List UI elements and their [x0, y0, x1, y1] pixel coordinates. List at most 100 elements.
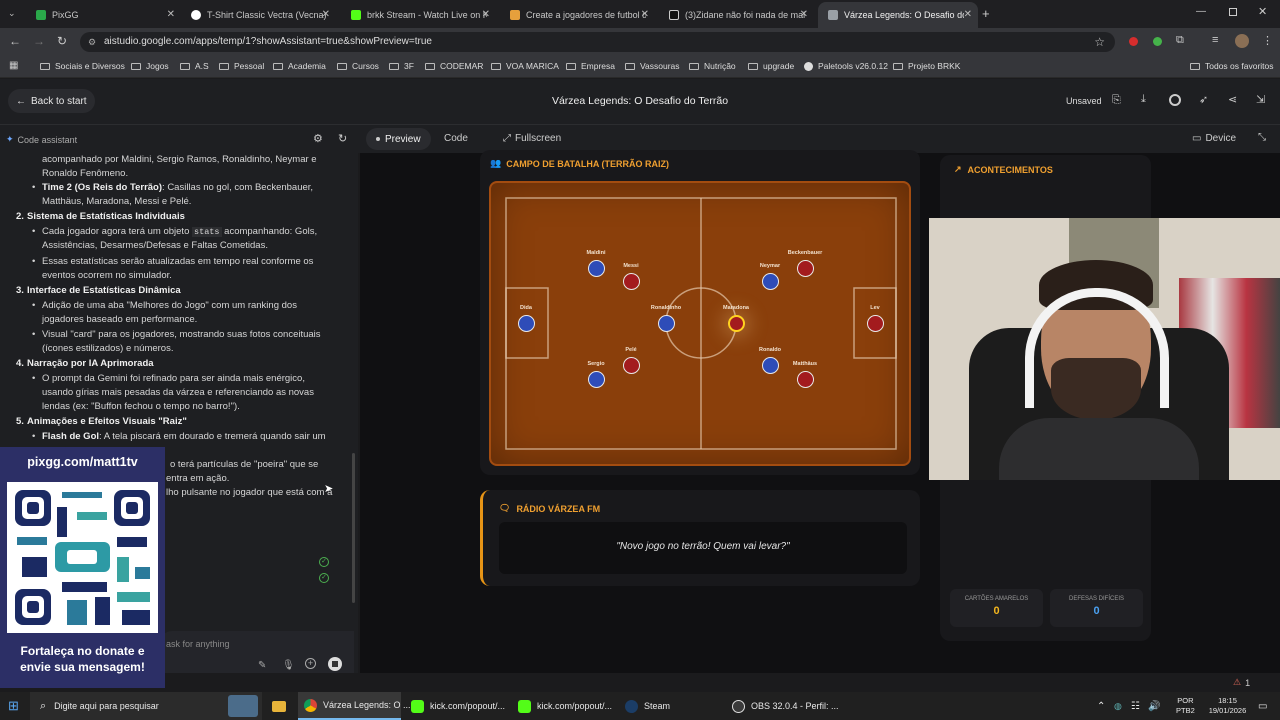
taskbar-item-obs[interactable]: OBS 32.0.4 - Perfil: ... — [726, 692, 839, 720]
taskbar-item-kick-1[interactable]: kick.com/popout/... — [405, 692, 508, 720]
browser-toolbar: ← → ↻ ⚙ aistudio.google.com/apps/temp/1?… — [0, 28, 1280, 56]
bookmark-star-icon[interactable]: ☆ — [1094, 32, 1105, 52]
network-icon[interactable]: ☷ — [1131, 692, 1140, 720]
tab-pixgg[interactable]: PixGG ✕ — [26, 2, 181, 28]
tray-overflow-icon[interactable]: ⌃ — [1097, 692, 1105, 720]
extension-icon[interactable] — [1129, 37, 1138, 46]
microphone-icon[interactable]: 🎙 — [282, 659, 295, 673]
tab-preview[interactable]: Preview — [366, 128, 431, 150]
save-icon[interactable]: ⎘ — [1112, 94, 1121, 107]
list-bullet: • — [32, 373, 36, 384]
tab-create-jogadores[interactable]: Create a jogadores de futbol de ✕ — [500, 2, 655, 28]
hide-panel-icon[interactable]: ⇲ — [1256, 93, 1265, 106]
bookmark-folder[interactable]: Projeto BRKK — [893, 61, 960, 71]
fullscreen-button[interactable]: ⤢ Fullscreen — [503, 133, 561, 144]
back-to-start-button[interactable]: ← Back to start — [8, 89, 95, 113]
folder-icon — [273, 62, 283, 70]
scrollbar-thumb[interactable] — [352, 453, 355, 603]
bookmark-folder[interactable]: Academia — [273, 61, 326, 71]
volume-icon[interactable]: 🔊 — [1148, 692, 1160, 720]
close-icon[interactable]: ✕ — [800, 9, 808, 20]
close-icon[interactable]: ✕ — [482, 9, 490, 20]
deploy-rocket-icon[interactable]: ➶ — [1199, 93, 1208, 106]
bookmark-folder[interactable]: Pessoal — [219, 61, 264, 71]
chat-input[interactable]: ask for anything ✎ 🎙 + — [160, 631, 354, 673]
folder-icon — [748, 62, 758, 70]
bookmark-label: upgrade — [763, 61, 795, 71]
bookmark-label: Nutrição — [704, 61, 736, 71]
player-marker — [762, 357, 779, 374]
bookmark-label: Paletools v26.0.12 — [818, 61, 888, 71]
folder-icon — [491, 62, 501, 70]
media-icon[interactable]: ≡ — [1212, 34, 1218, 46]
clock[interactable]: 18:15 19/01/2026 — [1205, 692, 1250, 720]
menu-icon[interactable]: ⋮ — [1262, 34, 1273, 47]
tab-varzea-legends[interactable]: Várzea Legends: O Desafio do T ✕ — [818, 2, 978, 28]
player-marker — [518, 315, 535, 332]
device-button[interactable]: ▭ Device — [1192, 133, 1236, 144]
stop-button[interactable] — [328, 657, 342, 671]
taskbar-item-label: OBS 32.0.4 - Perfil: ... — [751, 701, 839, 711]
bookmark-folder[interactable]: Sociais e Diversos — [40, 61, 125, 71]
open-external-icon[interactable]: ⤡ — [1258, 132, 1266, 143]
close-icon[interactable]: ✕ — [641, 9, 649, 20]
tab-list-icon[interactable]: ⌄ — [8, 8, 20, 20]
tab-label: T-Shirt Classic Vectra (Vecna) em — [207, 10, 327, 20]
all-bookmarks-folder[interactable]: Todos os favoritos — [1190, 61, 1274, 71]
tab-tshirt[interactable]: T-Shirt Classic Vectra (Vecna) em✕ — [181, 2, 336, 28]
site-info-icon[interactable]: ⚙ — [88, 32, 96, 52]
page-title: Várzea Legends: O Desafio do Terrão — [551, 95, 729, 107]
bookmark-folder[interactable]: VOA MARICA — [491, 61, 559, 71]
notification-icon[interactable]: ▭ — [1258, 692, 1267, 720]
tray-app-icon[interactable]: ◍ — [1114, 692, 1122, 720]
extensions-puzzle-icon[interactable]: ⧉ — [1176, 34, 1184, 47]
bookmark-label: VOA MARICA — [506, 61, 559, 71]
back-icon[interactable]: ← — [9, 34, 21, 48]
pixgg-icon — [36, 10, 46, 20]
close-icon[interactable]: ✕ — [964, 9, 972, 20]
chat-text: Adição de uma aba "Melhores do Jogo" com… — [42, 300, 297, 311]
bookmark-folder[interactable]: Vassouras — [625, 61, 680, 71]
bookmark-folder[interactable]: 3F — [389, 61, 414, 71]
tab-label: Várzea Legends: O Desafio do T — [844, 10, 964, 20]
download-icon[interactable]: ⤓ — [1141, 93, 1146, 106]
bookmark-folder[interactable]: A.S — [180, 61, 209, 71]
taskbar-item-kick-2[interactable]: kick.com/popout/... — [512, 692, 615, 720]
close-icon[interactable]: ✕ — [167, 9, 175, 20]
start-button[interactable]: ⊞ — [8, 692, 19, 720]
language-indicator[interactable]: POR PTB2 — [1176, 692, 1195, 720]
bookmark-folder[interactable]: Cursos — [337, 61, 379, 71]
warning-indicator[interactable]: ⚠ 1 — [1233, 677, 1250, 688]
new-tab-icon[interactable]: + — [982, 6, 990, 21]
bookmark-folder[interactable]: CODEMAR — [425, 61, 483, 71]
refresh-icon[interactable]: ↻ — [338, 132, 347, 145]
settings-gear-icon[interactable]: ⚙ — [313, 132, 323, 145]
bookmark-folder[interactable]: Nutrição — [689, 61, 736, 71]
clock-date: 19/01/2026 — [1208, 706, 1247, 715]
minimize-icon[interactable]: — — [1196, 6, 1206, 17]
restore-icon[interactable] — [1229, 8, 1237, 16]
bookmark-folder[interactable]: Jogos — [131, 61, 169, 71]
reload-icon[interactable]: ↻ — [57, 34, 67, 48]
forward-icon[interactable]: → — [33, 34, 45, 48]
bookmark-folder[interactable]: Empresa — [566, 61, 615, 71]
taskbar-item-steam[interactable]: Steam — [619, 692, 722, 720]
tab-tiktok[interactable]: (3)Zidane não foi nada de mais ✕ — [659, 2, 814, 28]
profile-avatar[interactable] — [1235, 34, 1249, 48]
bookmark-folder[interactable]: upgrade — [748, 61, 794, 71]
apps-grid-icon[interactable]: ▦ — [9, 60, 18, 71]
taskbar-search[interactable]: ⌕ Digite aqui para pesquisar — [30, 692, 262, 720]
close-icon[interactable]: ✕ — [322, 9, 330, 20]
window-close-icon[interactable]: ✕ — [1258, 5, 1267, 18]
tab-code[interactable]: Code — [444, 133, 468, 144]
taskbar-item-chrome[interactable]: Várzea Legends: O ... — [298, 692, 411, 720]
tab-kick[interactable]: brkk Stream - Watch Live on Ki ✕ — [341, 2, 496, 28]
github-icon[interactable] — [1169, 94, 1181, 106]
magic-wand-icon[interactable]: ✎ — [258, 659, 266, 673]
share-icon[interactable]: ⋖ — [1228, 93, 1237, 106]
file-explorer-button[interactable] — [268, 692, 290, 720]
bookmark-link[interactable]: Paletools v26.0.12 — [804, 61, 888, 71]
address-bar[interactable]: ⚙ aistudio.google.com/apps/temp/1?showAs… — [80, 32, 1115, 52]
extension-icon[interactable] — [1153, 37, 1162, 46]
add-icon[interactable]: + — [305, 658, 316, 669]
